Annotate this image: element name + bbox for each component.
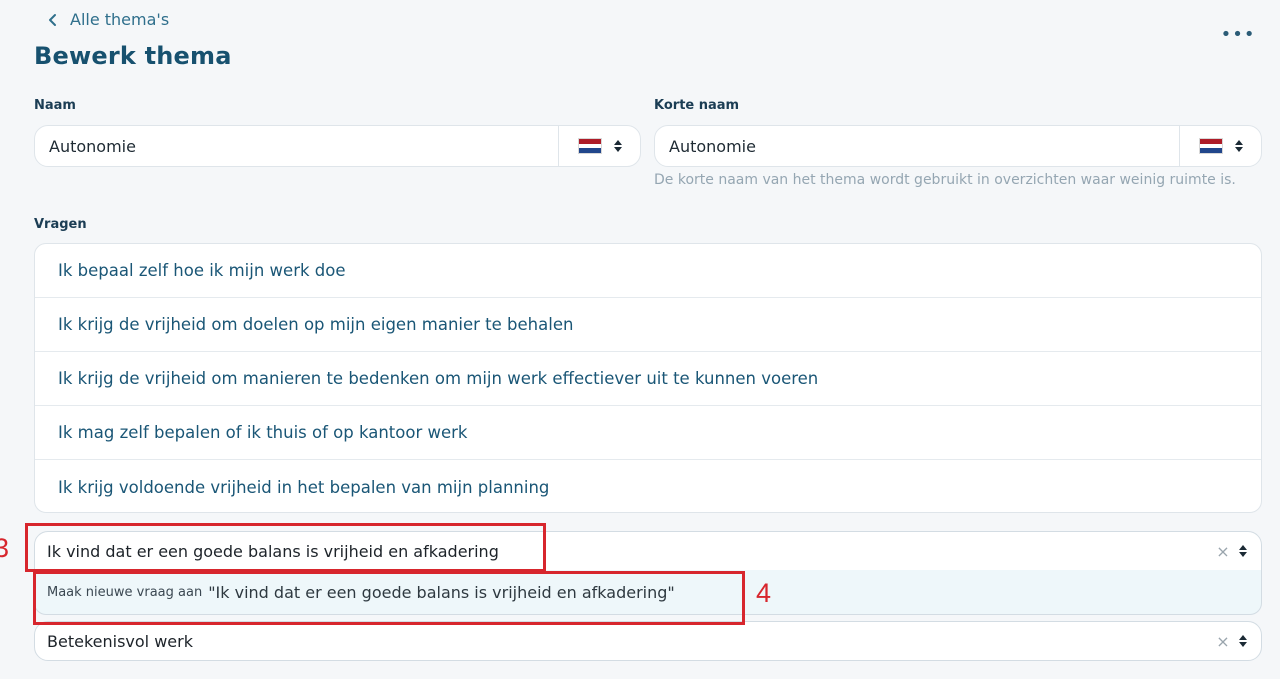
more-options-icon[interactable]: •••	[1221, 22, 1255, 46]
question-item[interactable]: Ik krijg de vrijheid om doelen op mijn e…	[35, 298, 1261, 352]
short-name-input-group	[654, 125, 1262, 167]
theme-select-input[interactable]	[35, 622, 1213, 660]
select-arrows-icon	[613, 140, 622, 152]
back-link[interactable]: Alle thema's	[46, 10, 169, 29]
new-question-combobox: ×	[34, 531, 1262, 571]
clear-icon[interactable]: ×	[1213, 632, 1233, 651]
chevron-left-icon	[49, 13, 56, 26]
page-title: Bewerk thema	[34, 42, 232, 70]
select-arrows-icon[interactable]	[1239, 635, 1247, 647]
questions-label: Vragen	[34, 217, 87, 232]
dutch-flag-icon	[577, 138, 602, 154]
question-item[interactable]: Ik mag zelf bepalen of ik thuis of op ka…	[35, 406, 1261, 460]
short-name-input[interactable]	[655, 126, 1179, 166]
name-language-select[interactable]	[558, 126, 640, 166]
back-link-label: Alle thema's	[70, 10, 170, 29]
select-arrows-icon	[1234, 140, 1243, 152]
name-input-group	[34, 125, 641, 167]
name-label: Naam	[34, 98, 76, 113]
short-name-label: Korte naam	[654, 98, 740, 113]
dutch-flag-icon	[1198, 138, 1223, 154]
question-item[interactable]: Ik bepaal zelf hoe ik mijn werk doe	[35, 244, 1261, 298]
question-list: Ik bepaal zelf hoe ik mijn werk doe Ik k…	[34, 243, 1262, 513]
create-question-option[interactable]: Maak nieuwe vraag aan "Ik vind dat er ee…	[34, 570, 1262, 615]
name-input[interactable]	[35, 126, 558, 166]
theme-select: ×	[34, 621, 1262, 661]
question-item[interactable]: Ik krijg de vrijheid om manieren te bede…	[35, 352, 1261, 406]
short-name-language-select[interactable]	[1179, 126, 1261, 166]
create-option-text: "Ik vind dat er een goede balans is vrij…	[208, 582, 675, 602]
select-arrows-icon[interactable]	[1239, 545, 1247, 557]
short-name-help: De korte naam van het thema wordt gebrui…	[654, 172, 1236, 188]
new-question-input[interactable]	[35, 532, 1213, 570]
create-option-prefix: Maak nieuwe vraag aan	[47, 584, 203, 600]
annotation-number-3: 3	[0, 533, 10, 563]
annotation-number-4: 4	[756, 578, 772, 608]
question-item[interactable]: Ik krijg voldoende vrijheid in het bepal…	[35, 460, 1261, 512]
clear-icon[interactable]: ×	[1213, 542, 1233, 561]
